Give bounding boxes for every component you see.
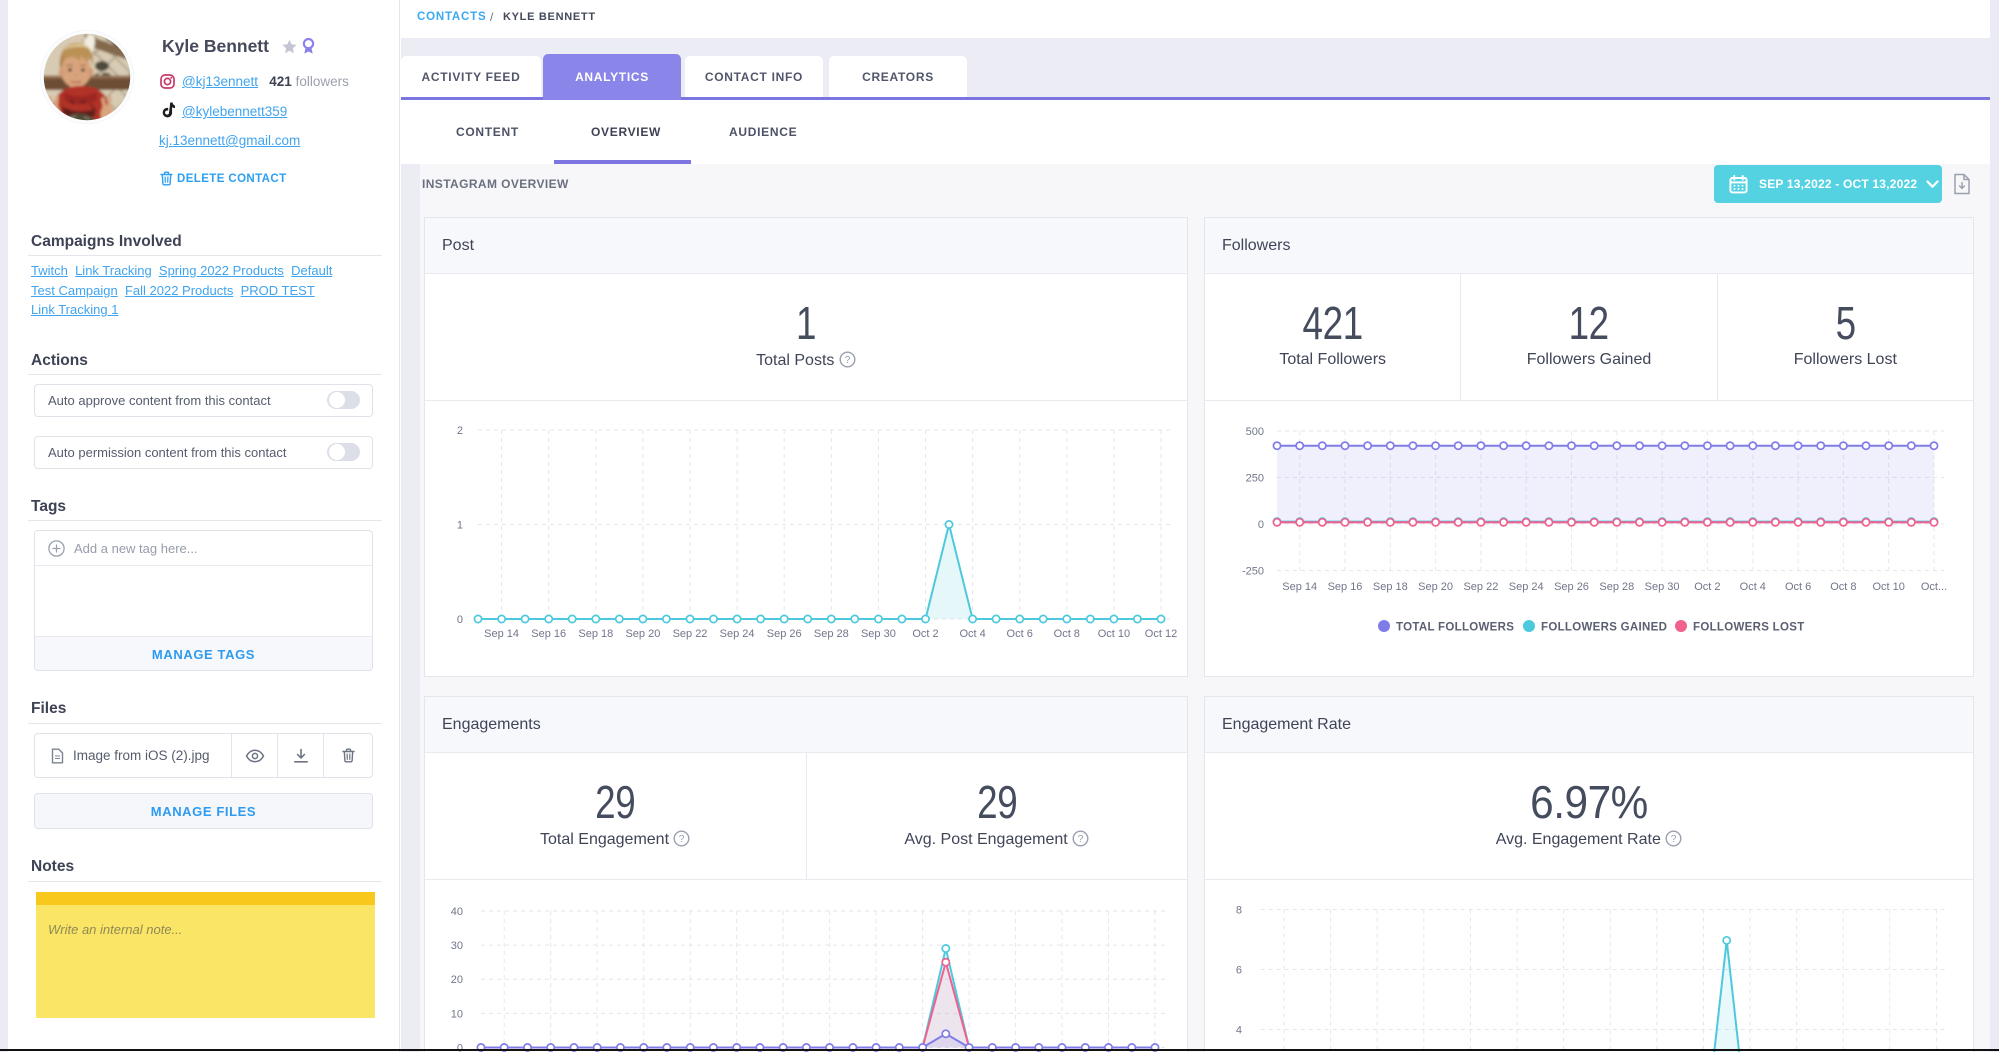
- svg-text:Oct 8: Oct 8: [1830, 581, 1856, 593]
- svg-text:Oct 2: Oct 2: [1694, 581, 1720, 593]
- svg-text:Sep 30: Sep 30: [861, 628, 896, 640]
- svg-text:0: 0: [457, 614, 463, 626]
- svg-text:Sep 26: Sep 26: [767, 628, 802, 640]
- svg-text:Sep 28: Sep 28: [814, 628, 849, 640]
- svg-text:-250: -250: [1242, 566, 1264, 578]
- svg-text:Sep 26: Sep 26: [1554, 581, 1589, 593]
- svg-text:?: ?: [679, 833, 685, 845]
- svg-text:?: ?: [844, 354, 850, 366]
- svg-text:Oct 12: Oct 12: [1145, 628, 1177, 640]
- svg-text:Sep 24: Sep 24: [1509, 581, 1544, 593]
- svg-text:Oct 8: Oct 8: [1054, 628, 1080, 640]
- svg-text:Oct 10: Oct 10: [1098, 628, 1130, 640]
- svg-text:Sep 14: Sep 14: [1282, 581, 1317, 593]
- svg-text:Sep 30: Sep 30: [1645, 581, 1680, 593]
- svg-text:Sep 22: Sep 22: [1463, 581, 1498, 593]
- svg-text:250: 250: [1246, 473, 1264, 485]
- svg-text:8: 8: [1236, 905, 1242, 917]
- svg-text:TOTAL FOLLOWERS: TOTAL FOLLOWERS: [1396, 622, 1514, 634]
- svg-text:Sep 22: Sep 22: [673, 628, 708, 640]
- svg-text:Oct 2: Oct 2: [912, 628, 938, 640]
- svg-text:30: 30: [451, 940, 463, 952]
- svg-text:Sep 18: Sep 18: [578, 628, 613, 640]
- svg-text:Sep 16: Sep 16: [1328, 581, 1363, 593]
- svg-text:Oct 6: Oct 6: [1785, 581, 1811, 593]
- svg-text:1: 1: [457, 520, 463, 532]
- svg-text:500: 500: [1246, 426, 1264, 438]
- svg-text:20: 20: [451, 974, 463, 986]
- svg-text:Oct 4: Oct 4: [959, 628, 985, 640]
- svg-text:Sep 16: Sep 16: [531, 628, 566, 640]
- svg-text:Oct...: Oct...: [1921, 581, 1947, 593]
- svg-text:Sep 20: Sep 20: [1418, 581, 1453, 593]
- svg-text:2: 2: [457, 425, 463, 437]
- svg-text:?: ?: [1078, 833, 1084, 845]
- svg-text:Sep 24: Sep 24: [720, 628, 755, 640]
- svg-text:0: 0: [1258, 519, 1264, 531]
- svg-text:Sep 14: Sep 14: [484, 628, 519, 640]
- svg-text:FOLLOWERS GAINED: FOLLOWERS GAINED: [1541, 622, 1667, 634]
- svg-text:?: ?: [1671, 833, 1677, 845]
- svg-text:40: 40: [451, 906, 463, 918]
- svg-text:Sep 18: Sep 18: [1373, 581, 1408, 593]
- svg-text:Oct 6: Oct 6: [1007, 628, 1033, 640]
- svg-text:6: 6: [1236, 965, 1242, 977]
- svg-text:Sep 20: Sep 20: [625, 628, 660, 640]
- svg-text:10: 10: [451, 1008, 463, 1020]
- svg-text:Oct 4: Oct 4: [1740, 581, 1766, 593]
- svg-text:Oct 10: Oct 10: [1872, 581, 1904, 593]
- svg-text:FOLLOWERS LOST: FOLLOWERS LOST: [1693, 622, 1805, 634]
- svg-text:Sep 28: Sep 28: [1599, 581, 1634, 593]
- svg-text:4: 4: [1236, 1025, 1242, 1037]
